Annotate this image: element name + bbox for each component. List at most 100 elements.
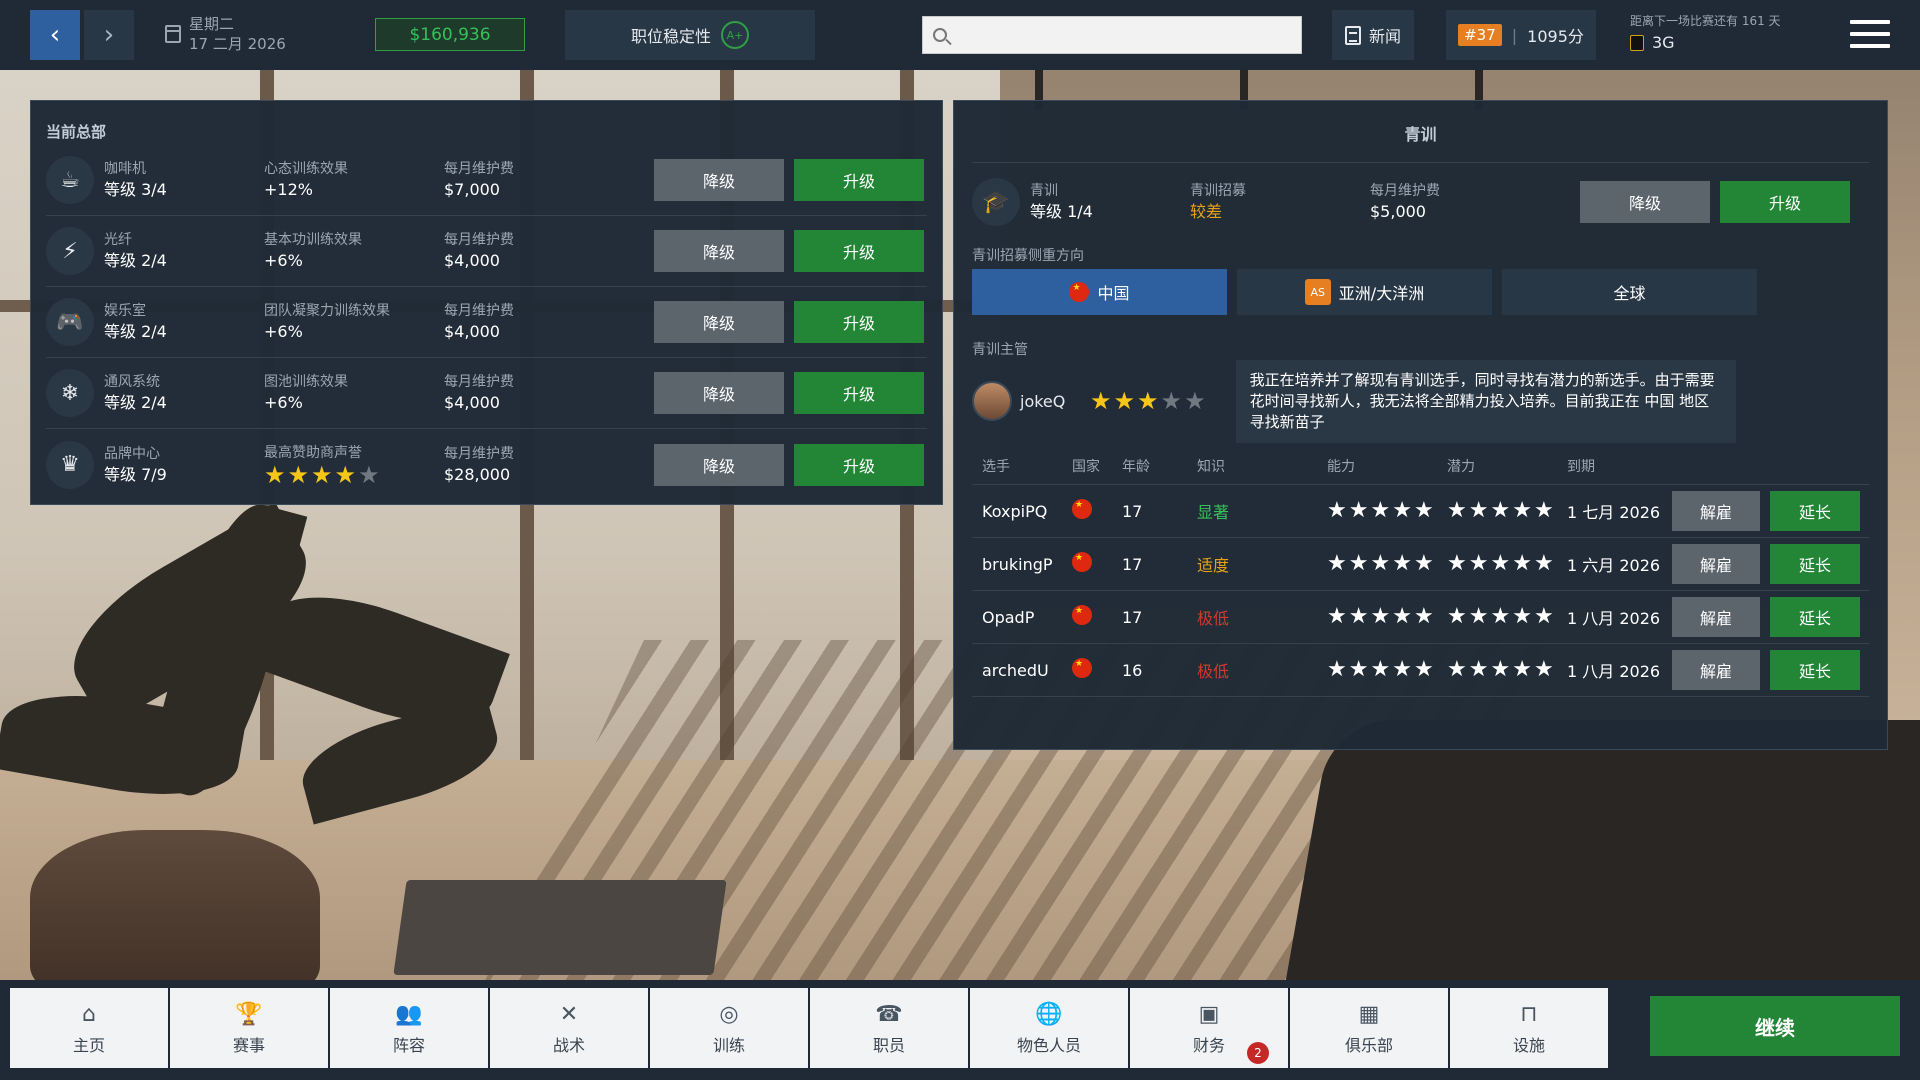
nav-label: 训练 bbox=[712, 1036, 745, 1055]
upgrade-button[interactable]: 升级 bbox=[794, 301, 924, 343]
nav-staff[interactable]: ☎ 职员 bbox=[810, 988, 968, 1068]
player-row[interactable]: brukingP17适度★★★★★★★★★★1 六月 2026解雇延长 bbox=[972, 538, 1869, 591]
next-match-info[interactable]: 距离下一场比赛还有 161 天 3G bbox=[1630, 12, 1781, 52]
col-expiry: 到期 bbox=[1567, 459, 1595, 475]
search-box[interactable] bbox=[922, 16, 1302, 54]
contract-expiry: 1 六月 2026 bbox=[1567, 556, 1661, 575]
ability-star-icon: ★ bbox=[1348, 498, 1369, 523]
upgrade-button[interactable]: 升级 bbox=[794, 159, 924, 201]
search-input[interactable] bbox=[955, 20, 1301, 50]
forward-button[interactable]: › bbox=[84, 10, 134, 60]
region-label: 全球 bbox=[1613, 284, 1646, 303]
manager-star-icon: ★ bbox=[1090, 387, 1112, 415]
release-button[interactable]: 解雇 bbox=[1672, 597, 1760, 637]
facility-icon: ⊓ bbox=[1520, 1001, 1538, 1027]
potential-star-icon: ★ bbox=[1533, 551, 1554, 576]
nav-facility[interactable]: ⊓ 设施 bbox=[1450, 988, 1608, 1068]
player-row[interactable]: archedU16极低★★★★★★★★★★1 八月 2026解雇延长 bbox=[972, 644, 1869, 697]
youth-downgrade-button[interactable]: 降级 bbox=[1580, 181, 1710, 223]
facility-level: 等级 3/4 bbox=[104, 180, 167, 199]
nav-trophy[interactable]: 🏆 赛事 bbox=[170, 988, 328, 1068]
youth-cost: $5,000 bbox=[1370, 202, 1426, 221]
player-name[interactable]: KoxpiPQ bbox=[972, 502, 1072, 521]
manager-star-icon: ★ bbox=[1137, 387, 1159, 415]
player-name[interactable]: OpadP bbox=[972, 608, 1072, 627]
potential-star-icon: ★ bbox=[1490, 657, 1511, 682]
player-age: 17 bbox=[1122, 607, 1143, 627]
manager-name[interactable]: jokeQ bbox=[1020, 392, 1090, 411]
menu-icon[interactable] bbox=[1850, 20, 1890, 48]
top-bar: ‹ › 星期二 17 二月 2026 $160,936 职位稳定性 A+ 新闻 … bbox=[0, 0, 1920, 70]
nav-home[interactable]: ⌂ 主页 bbox=[10, 988, 168, 1068]
facility-name-block: 通风系统 等级 2/4 bbox=[104, 372, 264, 414]
youth-cost-label: 每月维护费 bbox=[1370, 183, 1440, 199]
nav-club-building[interactable]: ▦ 俱乐部 bbox=[1290, 988, 1448, 1068]
job-stability-button[interactable]: 职位稳定性 A+ bbox=[565, 10, 815, 60]
extend-button[interactable]: 延长 bbox=[1770, 650, 1860, 690]
china-flag-icon bbox=[1072, 499, 1092, 519]
manager-avatar[interactable] bbox=[972, 381, 1012, 421]
ability-star-icon: ★ bbox=[1370, 551, 1391, 576]
player-row[interactable]: KoxpiPQ17显著★★★★★★★★★★1 七月 2026解雇延长 bbox=[972, 485, 1869, 538]
release-button[interactable]: 解雇 bbox=[1672, 650, 1760, 690]
extend-button[interactable]: 延长 bbox=[1770, 597, 1860, 637]
manager-star-icon: ★ bbox=[1160, 387, 1183, 415]
facility-name-block: 咖啡机等级 3/4 bbox=[104, 159, 264, 201]
academy-level: 等级 1/4 bbox=[1030, 202, 1093, 221]
nav-target[interactable]: ◎ 训练 bbox=[650, 988, 808, 1068]
potential-star-icon: ★ bbox=[1533, 604, 1554, 629]
facility-level: 等级 7/9 bbox=[104, 464, 167, 484]
release-button[interactable]: 解雇 bbox=[1672, 491, 1760, 531]
facility-effect-value: +6% bbox=[264, 322, 303, 341]
back-button[interactable]: ‹ bbox=[30, 10, 80, 60]
facility-name: 咖啡机 bbox=[104, 161, 146, 177]
potential-star-icon: ★ bbox=[1512, 551, 1532, 576]
potential-star-icon: ★ bbox=[1512, 657, 1532, 682]
nav-roster[interactable]: 👥 阵容 bbox=[330, 988, 488, 1068]
potential-star-icon: ★ bbox=[1512, 604, 1532, 629]
ranking-button[interactable]: #37 | 1095分 bbox=[1446, 10, 1596, 60]
potential-star-icon: ★ bbox=[1490, 498, 1511, 523]
nav-label: 主页 bbox=[72, 1036, 105, 1055]
youth-facility-row: 🎓 青训 等级 1/4 青训招募 较差 每月维护费 $5,000 降级 升级 bbox=[972, 163, 1869, 241]
facility-row: ♛ 品牌中心 等级 7/9 最高赞助商声誉 ★ ★ ★ ★ ★ 每月维护费 $28,000 降级 升级 bbox=[46, 429, 927, 500]
upgrade-button[interactable]: 升级 bbox=[794, 443, 924, 486]
downgrade-button[interactable]: 降级 bbox=[654, 301, 784, 343]
downgrade-button[interactable]: 降级 bbox=[654, 230, 784, 272]
region-tab[interactable]: 中国 bbox=[972, 269, 1227, 315]
extend-button[interactable]: 延长 bbox=[1770, 544, 1860, 584]
player-name[interactable]: brukingP bbox=[972, 555, 1072, 574]
downgrade-button[interactable]: 降级 bbox=[654, 372, 784, 414]
sponsor-reputation-rating: ★ ★ ★ ★ ★ bbox=[264, 463, 444, 487]
downgrade-button[interactable]: 降级 bbox=[654, 443, 784, 486]
ability-star-icon: ★ bbox=[1413, 604, 1434, 629]
region-label: 亚洲/大洋洲 bbox=[1338, 284, 1425, 303]
china-flag-icon bbox=[1069, 282, 1090, 302]
player-name[interactable]: archedU bbox=[972, 661, 1072, 680]
downgrade-button[interactable]: 降级 bbox=[654, 159, 784, 201]
region-tab[interactable]: 全球 bbox=[1502, 269, 1757, 315]
player-potential-rating: ★ ★ ★ ★ ★ bbox=[1447, 553, 1567, 575]
player-potential-rating: ★ ★ ★ ★ ★ bbox=[1447, 606, 1567, 628]
youth-upgrade-button[interactable]: 升级 bbox=[1720, 181, 1850, 223]
extend-button[interactable]: 延长 bbox=[1770, 491, 1860, 531]
player-row[interactable]: OpadP17极低★★★★★★★★★★1 八月 2026解雇延长 bbox=[972, 591, 1869, 644]
col-nation: 国家 bbox=[1072, 459, 1100, 475]
sponsor-star-icon: ★ bbox=[311, 460, 333, 489]
potential-star-icon: ★ bbox=[1512, 498, 1532, 523]
nav-scout-globe[interactable]: 🌐 物色人员 bbox=[970, 988, 1128, 1068]
ability-star-icon: ★ bbox=[1413, 551, 1434, 576]
continue-button[interactable]: 继续 bbox=[1650, 996, 1900, 1056]
release-button[interactable]: 解雇 bbox=[1672, 544, 1760, 584]
balance-display[interactable]: $160,936 bbox=[375, 18, 525, 51]
news-document-icon bbox=[1344, 25, 1361, 45]
news-button[interactable]: 新闻 bbox=[1332, 10, 1414, 60]
upgrade-button[interactable]: 升级 bbox=[794, 230, 924, 272]
target-icon: ◎ bbox=[719, 1001, 739, 1027]
region-tab[interactable]: AS 亚洲/大洋洲 bbox=[1237, 269, 1492, 315]
player-ability-rating: ★ ★ ★ ★ ★ bbox=[1327, 606, 1447, 628]
nav-tactics[interactable]: ✕ 战术 bbox=[490, 988, 648, 1068]
upgrade-button[interactable]: 升级 bbox=[794, 372, 924, 414]
player-knowledge: 极低 bbox=[1197, 662, 1230, 681]
player-potential-rating: ★ ★ ★ ★ ★ bbox=[1447, 659, 1567, 681]
